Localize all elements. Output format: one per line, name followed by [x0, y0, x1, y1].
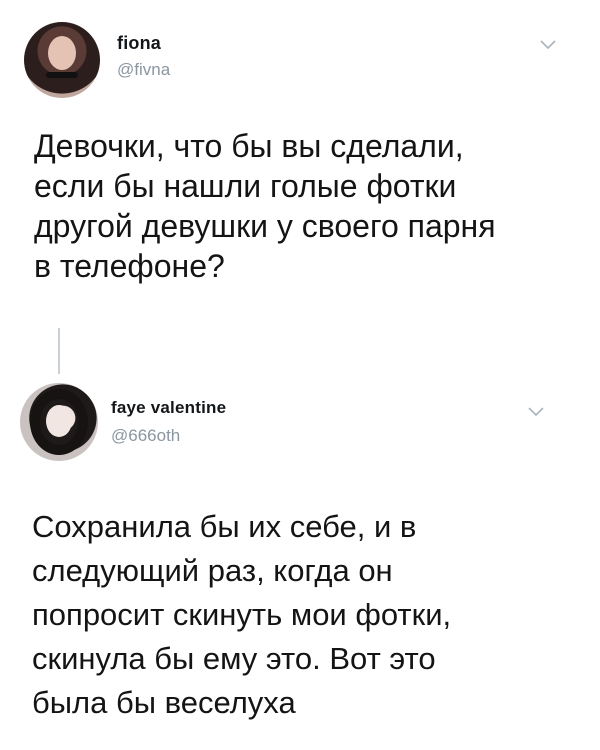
tweet-text: Сохранила бы их себе, и в следующий раз,…: [32, 509, 452, 720]
chevron-down-icon[interactable]: [540, 40, 556, 50]
avatar[interactable]: [20, 383, 98, 461]
tweet-card[interactable]: faye valentine @666oth Сохранила бы их с…: [0, 320, 600, 750]
avatar-detail: [46, 72, 78, 78]
user-handle[interactable]: @666oth: [111, 426, 180, 446]
tweet-text: Девочки, что бы вы сделали, если бы нашл…: [34, 128, 496, 284]
user-handle[interactable]: @fivna: [117, 60, 170, 80]
tweet-card[interactable]: fiona @fivna Девочки, что бы вы сделали,…: [0, 0, 600, 320]
avatar-face: [46, 405, 72, 437]
avatar-face: [48, 36, 76, 70]
avatar[interactable]: [24, 22, 100, 98]
display-name[interactable]: faye valentine: [111, 398, 226, 418]
chevron-down-icon[interactable]: [528, 407, 544, 417]
display-name[interactable]: fiona: [117, 33, 161, 54]
